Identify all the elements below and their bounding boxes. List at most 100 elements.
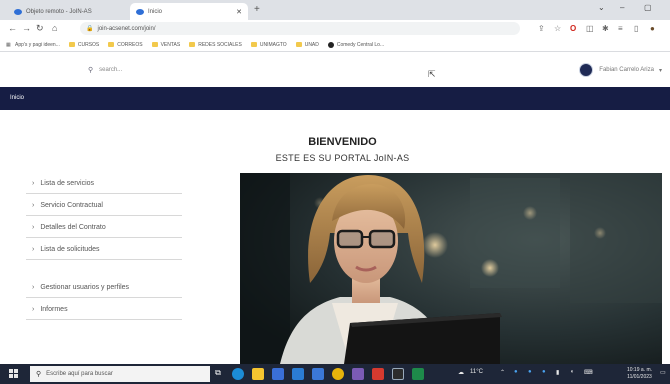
network-icon[interactable]: ▮ [556,369,559,376]
app-icon[interactable] [352,368,364,380]
search-input[interactable]: search... [99,67,122,73]
bookmark-folder[interactable]: REDES SOCIALES [189,42,242,48]
site-search[interactable]: ⚲ search... [88,66,122,74]
extension-icon[interactable]: ◫ [586,24,594,33]
tray-chevron-icon[interactable]: ⌃ [500,369,505,376]
menu-item-lista-solicitudes[interactable]: › Lista de solicitudes [26,240,182,260]
bookmark-label: CURSOS [77,41,100,48]
menu-item-lista-servicios[interactable]: › Lista de servicios [26,174,182,194]
url-text: join-acsenet.com/join/ [97,25,156,32]
comedy-central-icon [327,41,334,48]
bookmarks-bar: ▦ App's y pagi ideen... CURSOS CORREOS V… [0,38,670,52]
browser-tab[interactable]: Objeto remoto - JoIN-AS ✕ [8,3,143,20]
windows-taskbar: ⚲ Escribe aquí para buscar ⧉ ☁ 11°C ⌃ ● … [0,364,670,384]
store-icon[interactable] [272,368,284,380]
menu-item-informes[interactable]: › Informes [26,300,182,320]
site-favicon-icon [136,8,144,15]
bookmark-apps[interactable]: ▦ App's y pagi ideen... [6,42,60,49]
profile-icon[interactable]: ● [650,24,655,33]
clock-date: 11/01/2023 [627,374,652,380]
tray-app-icon[interactable]: ● [514,369,518,375]
tab-title: Inicio [148,8,163,15]
puzzle-icon[interactable]: ✱ [602,24,609,33]
notification-icon[interactable]: ▭ [660,369,666,376]
folder-icon [189,42,196,47]
language-icon[interactable]: ⌨ [584,369,593,376]
home-icon[interactable]: ⌂ [52,23,57,33]
task-view-icon[interactable]: ⧉ [212,368,224,380]
tab-search-icon[interactable]: ⌄ [598,3,605,12]
menu-item-detalles-contrato[interactable]: › Detalles del Contrato [26,218,182,238]
volume-icon[interactable]: ◖ [570,369,574,375]
lock-icon: 🔒 [86,26,94,32]
chevron-right-icon: › [32,246,35,253]
minimize-icon[interactable]: – [620,3,624,12]
site-nav-bar: Inicio [0,87,670,110]
bookmark-folder[interactable]: UNIMAGTO [250,41,287,48]
menu-item-servicio-contractual[interactable]: › Servicio Contractual [26,196,182,216]
bookmark-label: VENTAS [160,41,181,48]
site-favicon-icon [14,8,22,15]
forward-icon[interactable]: → [22,23,31,33]
browser-tab-strip: Objeto remoto - JoIN-AS ✕ Inicio ✕ + ⌄ –… [0,0,670,20]
search-icon: ⚲ [88,67,94,74]
bookmark-label: Comedy Central Lo... [336,41,385,48]
reload-icon[interactable]: ↻ [36,23,44,34]
bookmark-folder[interactable]: UNAD [295,41,319,48]
nav-inicio-link[interactable]: Inicio [10,95,24,101]
weather-icon[interactable]: ☁ [458,369,464,376]
file-explorer-icon[interactable] [252,368,264,380]
businesswoman-laptop-image [240,173,662,364]
sidepanel-icon[interactable]: ▯ [634,24,638,33]
welcome-title: BIENVENIDO [308,136,377,148]
chrome-icon[interactable] [332,368,344,380]
address-bar-row: ← → ↻ ⌂ 🔒 join-acsenet.com/join/ ⇪ ☆ O ◫… [0,20,670,38]
excel-icon[interactable] [412,368,424,380]
new-tab-icon[interactable]: + [254,4,260,15]
bookmark-comedy-central[interactable]: Comedy Central Lo... [327,41,385,48]
folder-icon [108,42,115,47]
folder-icon [68,42,75,47]
reading-list-icon[interactable]: ≡ [618,24,623,33]
menu-item-gestionar-usuarios[interactable]: › Gestionar usuarios y perfiles [26,278,182,298]
hero-photo [240,173,662,364]
menu-item-label: Informes [40,306,68,313]
bookmark-label: UNIMAGTO [259,41,287,48]
weather-temp[interactable]: 11°C [470,369,483,375]
user-name: Fabian Carrelo Ariza [599,67,654,73]
bookmark-label: REDES SOCIALES [198,41,242,48]
bookmark-star-icon[interactable]: ☆ [554,24,561,33]
app-icon[interactable] [392,368,404,380]
windows-start-icon[interactable] [9,369,19,379]
bookmark-label: CORREOS [117,41,143,48]
back-icon[interactable]: ← [8,23,17,33]
opera-extension-icon[interactable]: O [570,24,576,33]
taskbar-search-input[interactable]: Escribe aquí para buscar [46,371,113,377]
menu-item-label: Lista de servicios [40,180,95,187]
tab-title: Objeto remoto - JoIN-AS [26,8,92,15]
menu-item-label: Lista de solicitudes [40,246,100,253]
restore-icon[interactable]: ▢ [644,3,652,12]
tray-app-icon[interactable]: ● [528,369,532,375]
chevron-right-icon: › [32,284,35,291]
edge-icon[interactable] [232,368,244,380]
folder-icon [250,42,257,47]
bookmark-label: UNAD [304,41,319,48]
taskbar-search[interactable]: ⚲ Escribe aquí para buscar [30,366,210,382]
chevron-right-icon: › [32,224,35,231]
close-tab-icon[interactable]: ✕ [236,8,242,16]
app-icon[interactable] [372,368,384,380]
search-icon: ⚲ [36,371,42,378]
user-menu[interactable]: Fabian Carrelo Ariza ▾ [579,63,662,77]
bookmark-folder[interactable]: CURSOS [68,41,100,48]
share-icon[interactable]: ⇪ [538,24,545,33]
chevron-right-icon: › [32,306,35,313]
mail-icon[interactable] [292,368,304,380]
taskbar-clock[interactable]: 10:19 a. m. 11/01/2023 [627,367,652,381]
url-field[interactable]: 🔒 join-acsenet.com/join/ [80,22,520,35]
browser-tab-active[interactable]: Inicio ✕ [130,3,248,20]
bookmark-folder[interactable]: CORREOS [108,41,143,48]
tray-app-icon[interactable]: ● [542,369,546,375]
photos-icon[interactable] [312,368,324,380]
bookmark-folder[interactable]: VENTAS [151,41,181,48]
